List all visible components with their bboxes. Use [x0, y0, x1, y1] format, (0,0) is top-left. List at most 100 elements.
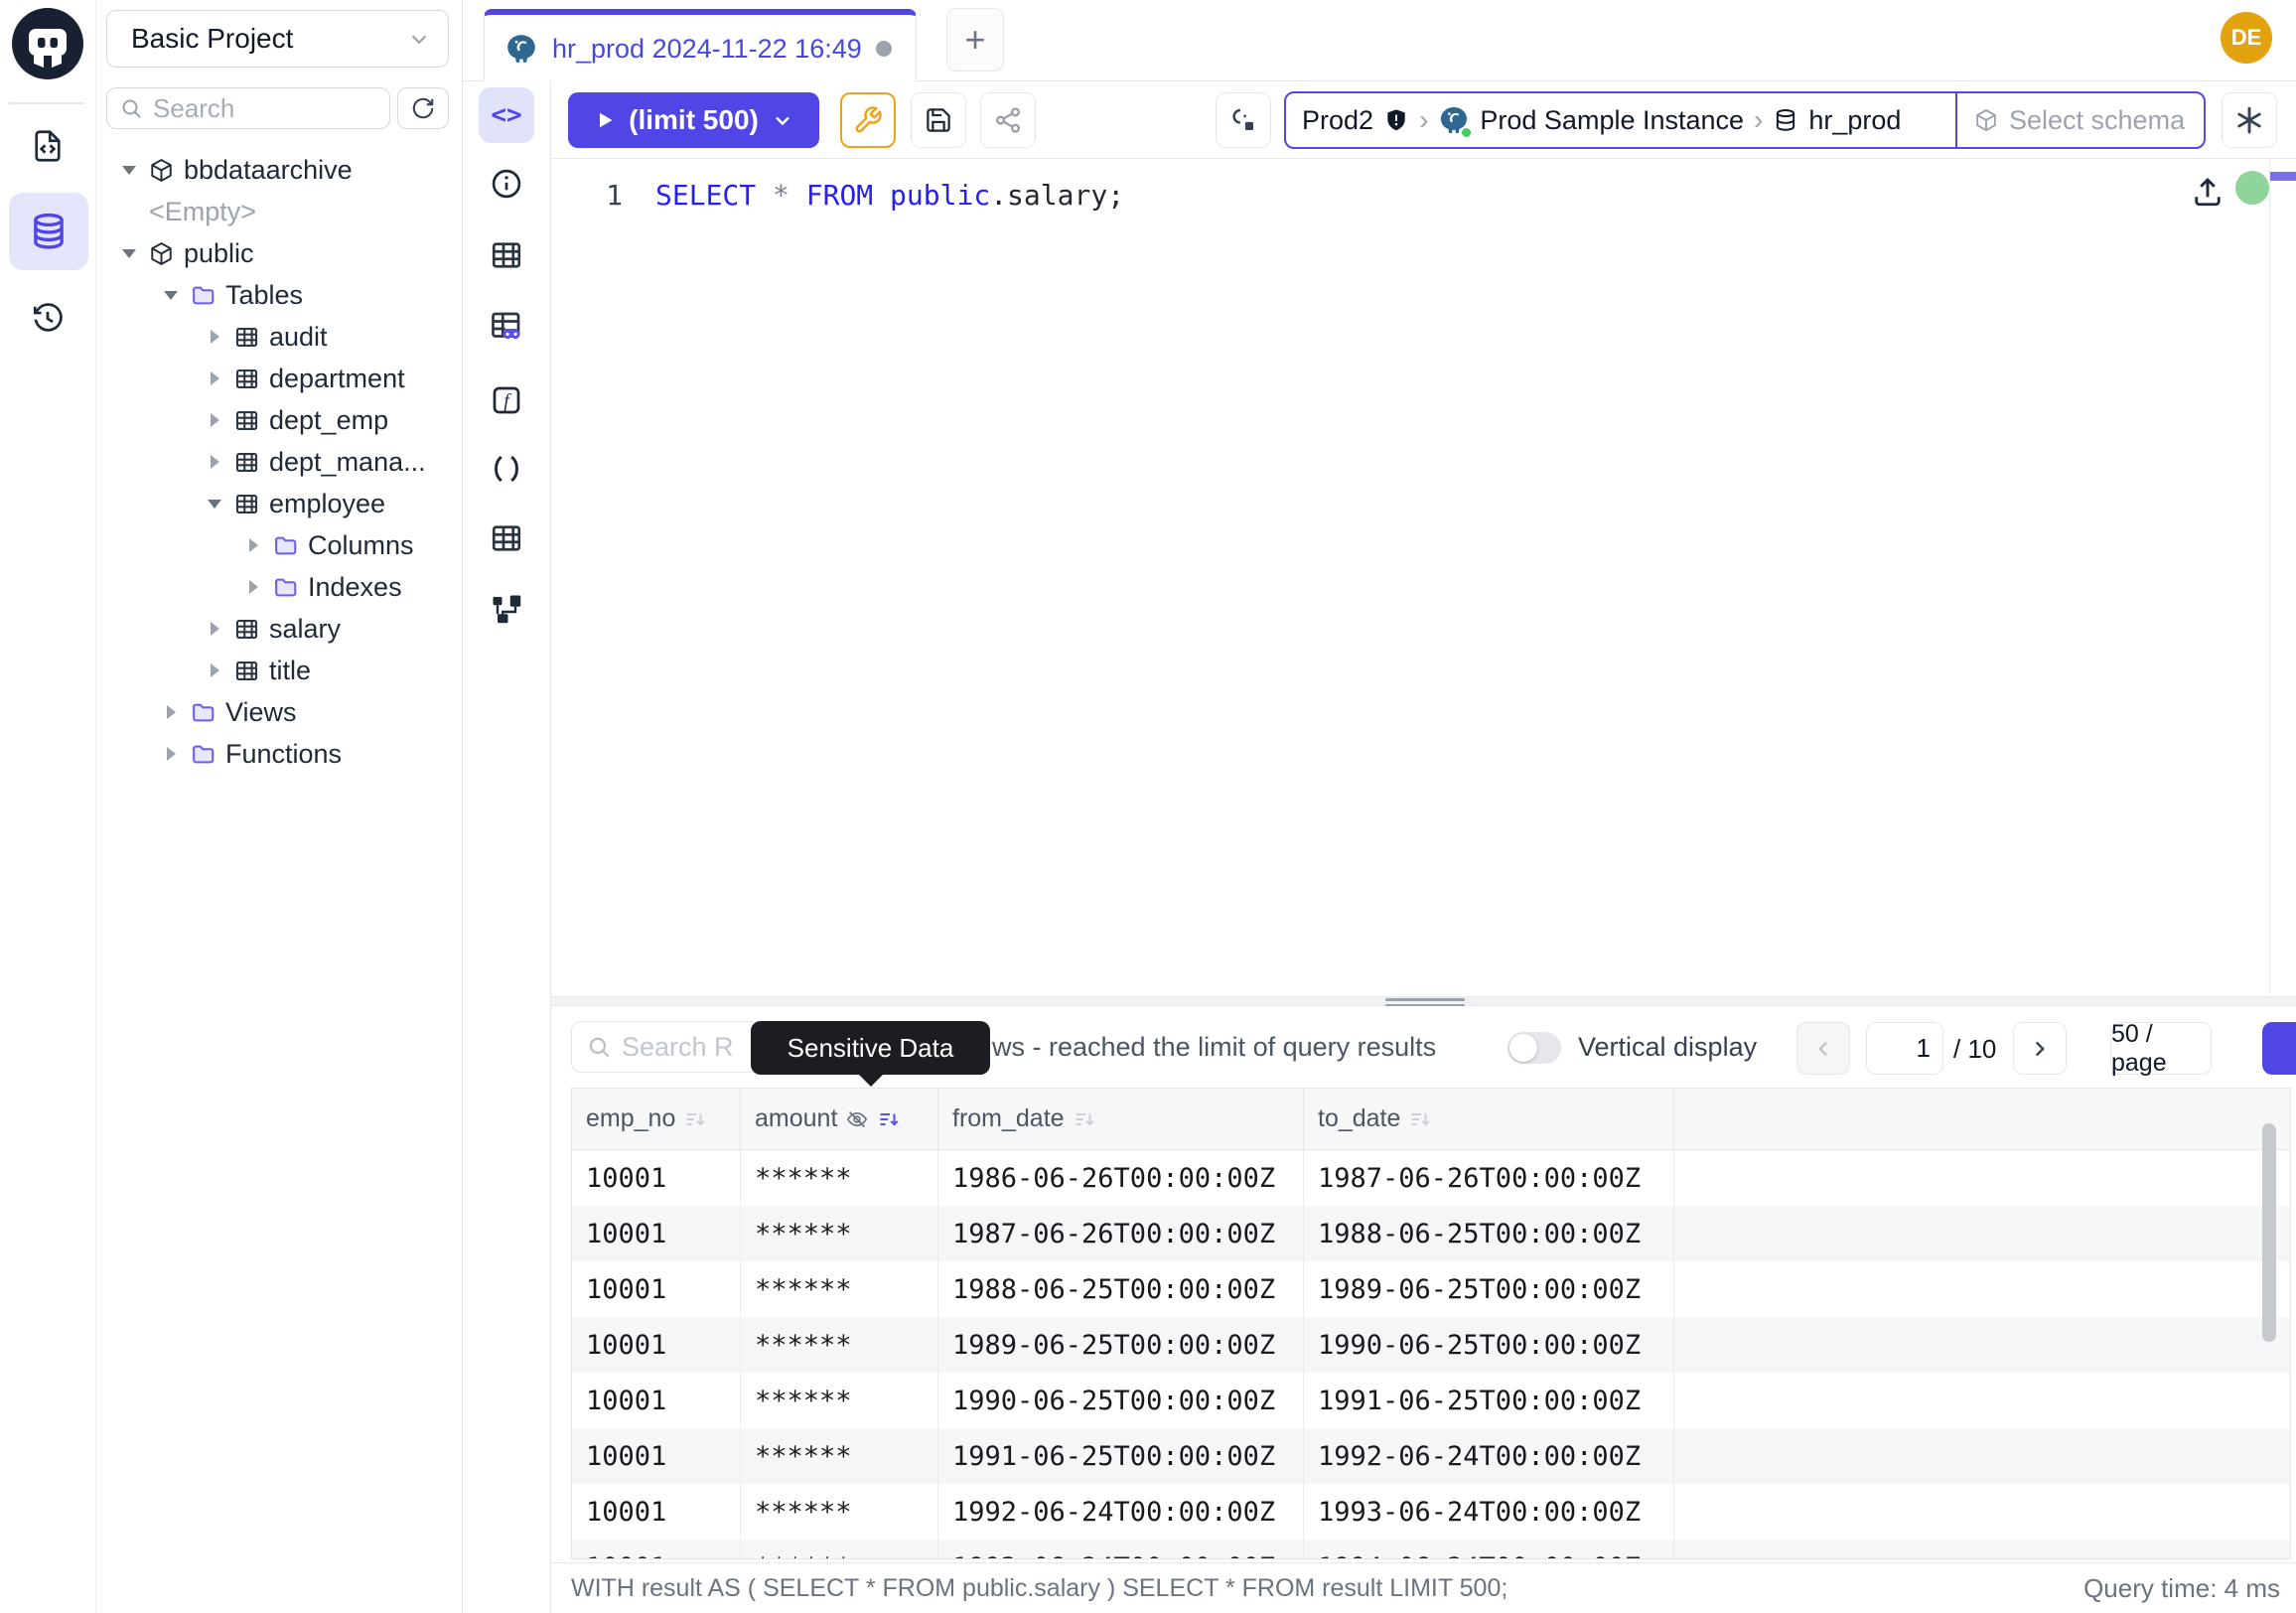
tree-item-audit[interactable]: audit — [96, 316, 462, 358]
sql-editor[interactable]: 1 SELECT * FROM public.salary; — [551, 159, 2296, 996]
schema-selector[interactable]: Select schema — [1955, 93, 2204, 147]
tree-caret-icon[interactable] — [161, 285, 181, 305]
editor-scrollbar[interactable] — [2269, 159, 2296, 996]
tree-caret-icon[interactable] — [161, 702, 181, 722]
tree-caret-icon[interactable] — [205, 494, 224, 513]
table-cell[interactable]: 10001 — [572, 1373, 741, 1428]
vertical-display-toggle[interactable] — [1507, 1032, 1561, 1064]
table-row[interactable]: 10001******1990-06-25T00:00:00Z1991-06-2… — [572, 1373, 2290, 1428]
table-cell[interactable]: 1992-06-24T00:00:00Z — [1304, 1428, 1674, 1484]
tree-caret-icon[interactable] — [205, 452, 224, 472]
tree-item-dept-emp[interactable]: dept_emp — [96, 399, 462, 441]
table-cell[interactable]: 1994-06-24T00:00:00Z — [1304, 1540, 1674, 1559]
sort-icon[interactable] — [1073, 1107, 1096, 1131]
table-cell[interactable]: 10001 — [572, 1428, 741, 1484]
table-cell[interactable]: 1987-06-26T00:00:00Z — [938, 1206, 1304, 1261]
table-cell[interactable]: ****** — [741, 1206, 938, 1261]
code-panel-toggle-button[interactable]: <> — [479, 87, 534, 143]
save-button[interactable] — [911, 92, 966, 148]
column-header-to_date[interactable]: to_date — [1304, 1089, 1674, 1149]
table-cell[interactable]: 1993-06-24T00:00:00Z — [938, 1540, 1304, 1559]
bytebase-logo-icon[interactable] — [12, 8, 83, 79]
table-row[interactable]: 10001******1986-06-26T00:00:00Z1987-06-2… — [572, 1150, 2290, 1206]
tree-item-salary[interactable]: salary — [96, 608, 462, 650]
refresh-button[interactable] — [397, 87, 449, 129]
table-cell[interactable]: 10001 — [572, 1317, 741, 1373]
tree-caret-icon[interactable] — [161, 744, 181, 764]
project-selector[interactable]: Basic Project — [106, 10, 449, 68]
table-cell[interactable]: ****** — [741, 1317, 938, 1373]
table-cell[interactable]: 1988-06-25T00:00:00Z — [938, 1261, 1304, 1317]
tree-caret-icon[interactable] — [243, 577, 263, 597]
tree-item-columns[interactable]: Columns — [96, 524, 462, 566]
connection-context[interactable]: Prod2 › Prod Sample Instance › hr_prod — [1286, 93, 1955, 147]
export-button[interactable] — [2262, 1022, 2296, 1075]
table-cell[interactable]: 1988-06-25T00:00:00Z — [1304, 1206, 1674, 1261]
table-cell[interactable]: ****** — [741, 1373, 938, 1428]
table-cell[interactable]: ****** — [741, 1484, 938, 1540]
table-cell[interactable]: 10001 — [572, 1150, 741, 1206]
table-cell[interactable]: ****** — [741, 1540, 938, 1559]
next-page-button[interactable] — [2013, 1022, 2067, 1075]
tree-item-empty[interactable]: <Empty> — [96, 191, 462, 232]
table-cell[interactable]: 1989-06-25T00:00:00Z — [1304, 1261, 1674, 1317]
tree-item-department[interactable]: department — [96, 358, 462, 399]
tree-caret-icon[interactable] — [205, 327, 224, 347]
tree-item-functions[interactable]: Functions — [96, 733, 462, 775]
table-cell[interactable]: 1990-06-25T00:00:00Z — [938, 1373, 1304, 1428]
tree-item-tables[interactable]: Tables — [96, 274, 462, 316]
table-cell[interactable]: 10001 — [572, 1540, 741, 1559]
tree-caret-icon[interactable] — [205, 410, 224, 430]
info-icon[interactable] — [489, 166, 524, 202]
table-cell[interactable]: 10001 — [572, 1484, 741, 1540]
tree-item-public[interactable]: public — [96, 232, 462, 274]
column-header-from_date[interactable]: from_date — [938, 1089, 1304, 1149]
table-row[interactable]: 10001******1988-06-25T00:00:00Z1989-06-2… — [572, 1261, 2290, 1317]
sort-icon[interactable] — [1408, 1107, 1432, 1131]
admin-wrench-button[interactable] — [840, 92, 896, 148]
table-cell[interactable]: 1991-06-25T00:00:00Z — [938, 1428, 1304, 1484]
tree-caret-icon[interactable] — [119, 243, 139, 263]
worksheet-nav-icon[interactable] — [30, 128, 66, 164]
table-cell[interactable]: 10001 — [572, 1206, 741, 1261]
sort-icon[interactable] — [877, 1107, 901, 1131]
sidebar-search-input[interactable] — [153, 93, 352, 124]
batch-query-button[interactable] — [1216, 92, 1271, 148]
table-cell[interactable]: ****** — [741, 1150, 938, 1206]
history-nav-icon[interactable] — [30, 300, 66, 336]
function-panel-icon[interactable]: f — [489, 382, 524, 418]
table-row[interactable]: 10001******1987-06-26T00:00:00Z1988-06-2… — [572, 1206, 2290, 1261]
table-cell[interactable]: 1990-06-25T00:00:00Z — [1304, 1317, 1674, 1373]
table-scrollbar-thumb[interactable] — [2262, 1123, 2276, 1342]
new-tab-button[interactable]: + — [946, 8, 1004, 72]
tree-caret-icon[interactable] — [205, 619, 224, 639]
run-query-button[interactable]: (limit 500) — [568, 92, 819, 148]
page-size-selector[interactable]: 50 / page — [2110, 1022, 2212, 1075]
table-cell[interactable]: 1992-06-24T00:00:00Z — [938, 1484, 1304, 1540]
eye-off-icon[interactable] — [845, 1107, 869, 1131]
table-row[interactable]: 10001******1992-06-24T00:00:00Z1993-06-2… — [572, 1484, 2290, 1540]
database-nav-button-active[interactable] — [9, 193, 88, 270]
tree-item-title[interactable]: title — [96, 650, 462, 691]
tab-hr-prod[interactable]: hr_prod 2024-11-22 16:49 — [484, 9, 917, 82]
tree-caret-icon[interactable] — [119, 160, 139, 180]
prev-page-button[interactable] — [1796, 1022, 1850, 1075]
table-cell[interactable]: ****** — [741, 1261, 938, 1317]
tree-item-employee[interactable]: employee — [96, 483, 462, 524]
table-cell[interactable]: 10001 — [572, 1261, 741, 1317]
tree-caret-icon[interactable] — [243, 535, 263, 555]
table-row[interactable]: 10001******1989-06-25T00:00:00Z1990-06-2… — [572, 1317, 2290, 1373]
tree-caret-icon[interactable] — [205, 368, 224, 388]
sort-icon[interactable] — [683, 1107, 707, 1131]
user-avatar[interactable]: DE — [2221, 12, 2272, 64]
table-cell[interactable]: 1991-06-25T00:00:00Z — [1304, 1373, 1674, 1428]
panel-resize-divider[interactable] — [551, 996, 2296, 1006]
table-cell[interactable]: 1987-06-26T00:00:00Z — [1304, 1150, 1674, 1206]
share-button[interactable] — [980, 92, 1036, 148]
sheet-panel-icon[interactable] — [489, 520, 524, 556]
tree-item-dept-mana[interactable]: dept_mana... — [96, 441, 462, 483]
tree-item-bbdataarchive[interactable]: bbdataarchive — [96, 149, 462, 191]
tree-item-views[interactable]: Views — [96, 691, 462, 733]
masked-data-panel-icon[interactable] — [489, 308, 524, 344]
table-cell[interactable]: 1989-06-25T00:00:00Z — [938, 1317, 1304, 1373]
